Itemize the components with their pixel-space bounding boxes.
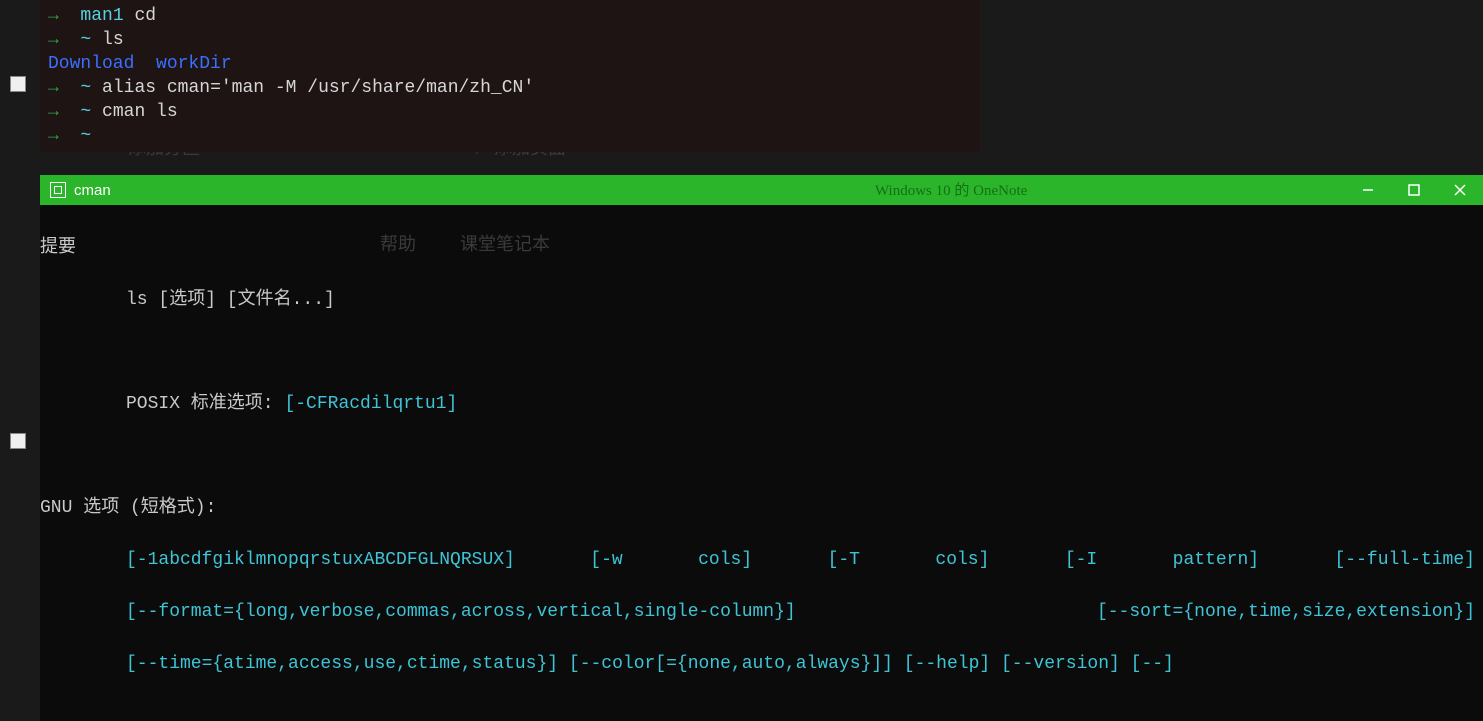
posix-line: POSIX 标准选项: [-CFRacdilqrtu1] — [40, 391, 1483, 417]
close-button[interactable] — [1437, 175, 1483, 205]
terminal-output: Download workDir — [48, 52, 972, 76]
minimize-button[interactable] — [1345, 175, 1391, 205]
prompt-path: ~ — [80, 78, 91, 98]
dir-item: workDir — [156, 54, 232, 74]
dir-item: Download — [48, 54, 134, 74]
man-page-content[interactable]: 提要 ls [选项] [文件名...] POSIX 标准选项: [-CFRacd… — [40, 205, 1483, 721]
window-title: cman — [74, 182, 111, 199]
ghost-text: Windows 10 的 OneNote — [875, 179, 1027, 200]
prompt-arrow-icon: → — [48, 30, 59, 50]
checkbox-2[interactable] — [10, 433, 26, 449]
posix-label: POSIX 标准选项: — [126, 394, 274, 414]
window-controls — [1345, 175, 1483, 205]
gnu-options-line: [--time={atime,access,use,ctime,status}]… — [40, 651, 1483, 677]
command-text: ls — [102, 30, 124, 50]
prompt-path: man1 — [80, 6, 123, 26]
command-text: cman ls — [102, 102, 178, 122]
gnu-options-line: [-1abcdfgiklmnopqrstuxABCDFGLNQRSUX] [-w… — [40, 547, 1483, 573]
synopsis: ls [选项] [文件名...] — [40, 287, 1483, 313]
section-header: 提要 — [40, 235, 1483, 261]
prompt-arrow-icon: → — [48, 102, 59, 122]
terminal-line: → ~ cman ls — [48, 100, 972, 124]
terminal-line: → man1 cd — [48, 4, 972, 28]
prompt-arrow-icon: → — [48, 6, 59, 26]
section-header: GNU 选项 (短格式): — [40, 495, 1483, 521]
terminal-top[interactable]: → man1 cd → ~ ls Download workDir → ~ al… — [40, 0, 980, 152]
man-window: cman Windows 10 的 OneNote 提要 ls [选项] [文件… — [40, 175, 1483, 721]
prompt-path: ~ — [80, 102, 91, 122]
app-icon — [50, 182, 66, 198]
prompt-path: ~ — [80, 30, 91, 50]
option-text: [-CFRacdilqrtu1] — [284, 394, 457, 414]
terminal-line: → ~ — [48, 124, 972, 148]
terminal-line: → ~ alias cman='man -M /usr/share/man/zh… — [48, 76, 972, 100]
command-text: alias cman='man -M /usr/share/man/zh_CN' — [102, 78, 534, 98]
titlebar[interactable]: cman Windows 10 的 OneNote — [40, 175, 1483, 205]
prompt-arrow-icon: → — [48, 126, 59, 146]
prompt-path: ~ — [80, 126, 91, 146]
maximize-button[interactable] — [1391, 175, 1437, 205]
gnu-options-line: [--format={long,verbose,commas,across,ve… — [40, 599, 1483, 625]
terminal-line: → ~ ls — [48, 28, 972, 52]
checkbox-1[interactable] — [10, 76, 26, 92]
command-text: cd — [134, 6, 156, 26]
prompt-arrow-icon: → — [48, 78, 59, 98]
